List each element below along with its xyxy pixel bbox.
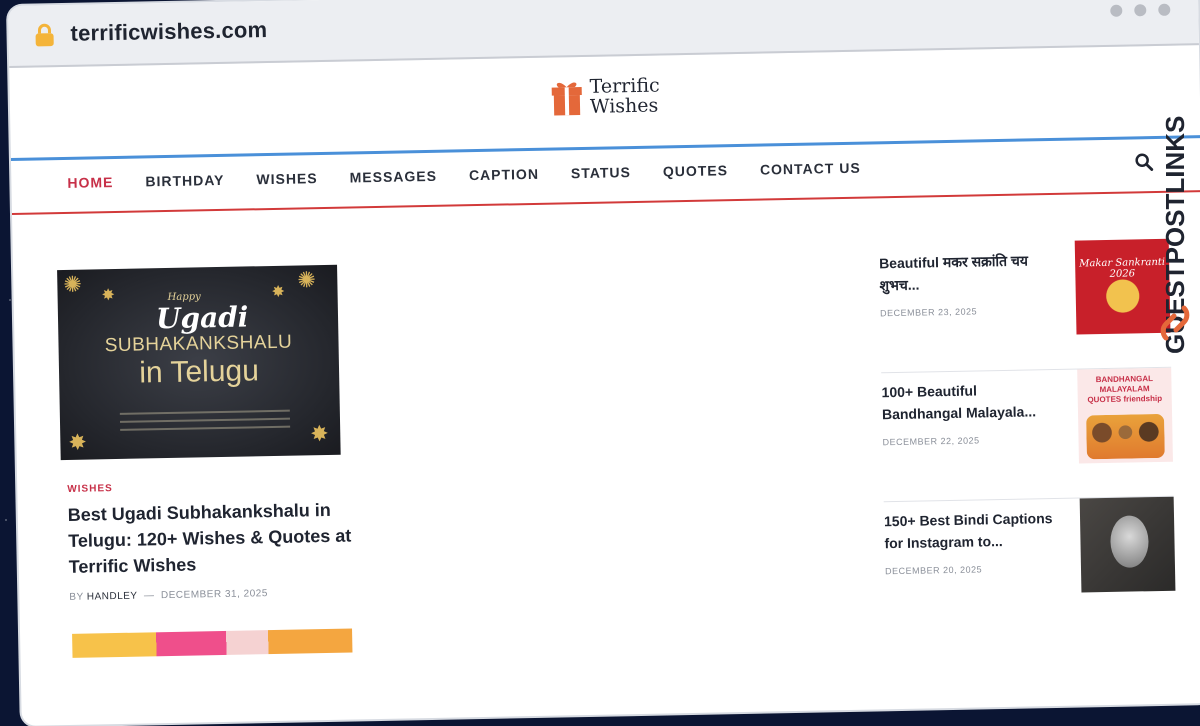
firework-icon: ✺ (297, 267, 316, 293)
logo-text: Terrific Wishes (589, 74, 660, 118)
sidebar-post-title[interactable]: 150+ Best Bindi Captions for Instagram t… (884, 507, 1055, 554)
sidebar-post-thumbnail[interactable] (1079, 496, 1176, 593)
nav-item-wishes[interactable]: WISHES (256, 170, 318, 187)
site-logo[interactable]: Terrific Wishes (549, 74, 660, 118)
gift-icon (551, 82, 582, 116)
featured-image-line2: in Telugu (138, 354, 260, 390)
window-dot-2[interactable] (1134, 4, 1147, 17)
main-content: ✺ ✺ ✸ ✸ ✸ ✸ Happy Ugadi SUBHAKANKSHALU i… (12, 192, 1200, 695)
next-post-image[interactable] (72, 628, 353, 658)
post-author[interactable]: HANDLEY (87, 591, 138, 603)
search-icon[interactable] (1135, 153, 1154, 171)
star-icon: ✸ (271, 283, 286, 301)
nav-item-caption[interactable]: CAPTION (469, 166, 539, 183)
illustration (1086, 413, 1165, 460)
sidebar-post[interactable]: 100+ Beautiful Bandhangal Malayala... DE… (881, 367, 1174, 503)
meta-by: BY (69, 591, 84, 603)
featured-post-category[interactable]: WISHES (67, 483, 113, 495)
featured-post-title[interactable]: Best Ugadi Subhakankshalu in Telugu: 120… (68, 496, 359, 580)
nav-menu: HOME BIRTHDAY WISHES MESSAGES CAPTION ST… (67, 160, 861, 191)
address-bar-url[interactable]: terrificwishes.com (70, 17, 267, 47)
featured-post-image[interactable]: ✺ ✺ ✸ ✸ ✸ ✸ Happy Ugadi SUBHAKANKSHALU i… (57, 264, 341, 461)
nav-item-birthday[interactable]: BIRTHDAY (145, 172, 224, 190)
featured-image-ugadi: Ugadi (155, 300, 249, 336)
sidebar-posts: Beautiful मकर सक्रांति चय शुभच... DECEMB… (878, 238, 1176, 631)
star-icon: ✸ (68, 429, 88, 455)
thumb-text: Makar Sankranti 2026 (1079, 256, 1166, 280)
featured-post-meta: BY HANDLEY — DECEMBER 31, 2025 (69, 588, 268, 603)
window-controls (1110, 3, 1171, 17)
sidebar-post[interactable]: 150+ Best Bindi Captions for Instagram t… (884, 496, 1176, 631)
portrait (1109, 515, 1149, 568)
sidebar-post-date: DECEMBER 23, 2025 (879, 306, 978, 319)
window-dot-1[interactable] (1110, 4, 1123, 17)
nav-item-quotes[interactable]: QUOTES (663, 162, 728, 179)
sidebar-post-thumbnail[interactable]: Makar Sankranti 2026 (1074, 238, 1171, 335)
sidebar-post-title[interactable]: 100+ Beautiful Bandhangal Malayala... (881, 378, 1052, 425)
window-dot-3[interactable] (1158, 3, 1171, 16)
star-icon: ✸ (101, 287, 116, 305)
sidebar-post-title[interactable]: Beautiful मकर सक्रांति चय शुभच... (879, 249, 1050, 296)
browser-window: terrificwishes.com Terrific Wishes HOME (8, 0, 1200, 726)
star-icon: ✸ (310, 420, 329, 447)
nav-item-messages[interactable]: MESSAGES (349, 168, 437, 186)
sidebar-post[interactable]: Beautiful मकर सक्रांति चय शुभच... DECEMB… (878, 238, 1172, 374)
sidebar-post-date: DECEMBER 20, 2025 (884, 564, 983, 577)
sidebar-post-date: DECEMBER 22, 2025 (882, 435, 980, 448)
logo-line-1: Terrific (589, 74, 660, 98)
nav-item-status[interactable]: STATUS (571, 164, 631, 181)
guestpostlinks-watermark: GUESTPOSTLINKS (1160, 116, 1190, 354)
featured-image-text-lines (119, 404, 291, 437)
firework-icon: ✺ (63, 271, 83, 297)
thumb-text: BANDHANGAL MALAYALAM QUOTES friendship (1087, 374, 1163, 405)
lock-icon (35, 23, 54, 47)
sidebar-post-thumbnail[interactable]: BANDHANGAL MALAYALAM QUOTES friendship (1077, 367, 1173, 464)
nav-item-contact-us[interactable]: CONTACT US (760, 160, 861, 178)
nav-item-home[interactable]: HOME (67, 174, 113, 191)
logo-line-2: Wishes (589, 94, 659, 118)
post-date: DECEMBER 31, 2025 (160, 588, 268, 602)
